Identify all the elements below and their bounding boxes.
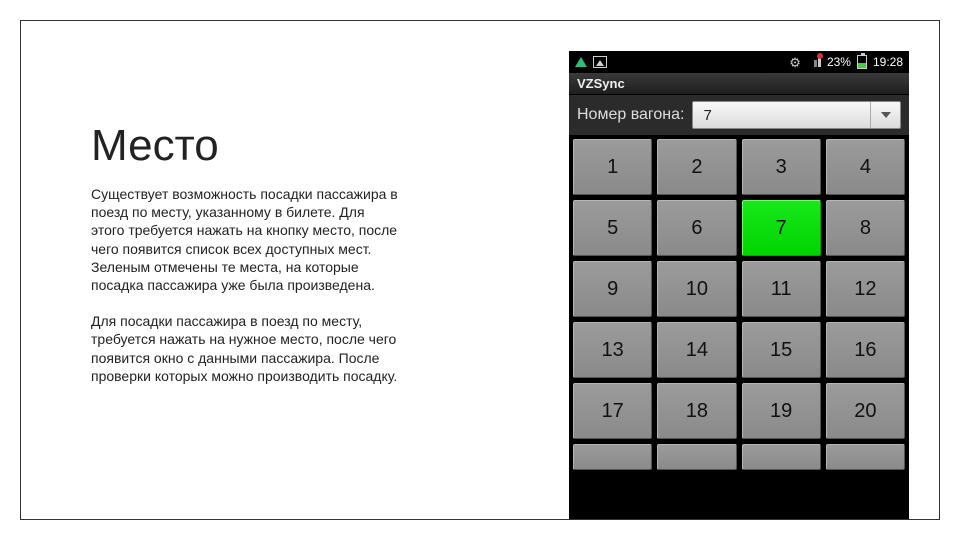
- signal-icon: [807, 55, 821, 70]
- seat-button[interactable]: 6: [657, 200, 736, 256]
- seat-button[interactable]: 15: [742, 322, 821, 378]
- seat-button[interactable]: 14: [657, 322, 736, 378]
- seat-button[interactable]: 16: [826, 322, 905, 378]
- seat-button[interactable]: [826, 444, 905, 470]
- wagon-dropdown[interactable]: 7: [692, 101, 901, 129]
- seat-button[interactable]: 20: [826, 383, 905, 439]
- phone-screenshot: ⚙ 23% 19:28 VZSync Номер вагона: 7: [569, 51, 909, 519]
- seat-button[interactable]: 4: [826, 139, 905, 195]
- seat-button[interactable]: 3: [742, 139, 821, 195]
- seat-button[interactable]: 5: [573, 200, 652, 256]
- notification-icon: [575, 57, 587, 67]
- seat-button[interactable]: 10: [657, 261, 736, 317]
- gallery-icon: [593, 56, 607, 68]
- seat-button[interactable]: 9: [573, 261, 652, 317]
- heading: Место: [91, 121, 529, 171]
- status-right: ⚙ 23% 19:28: [789, 55, 903, 70]
- seat-button[interactable]: 11: [742, 261, 821, 317]
- slide: Место Существует возможность посадки пас…: [0, 0, 960, 540]
- seat-button[interactable]: 17: [573, 383, 652, 439]
- seat-button[interactable]: [742, 444, 821, 470]
- seat-grid-container: 1234567891011121314151617181920: [569, 135, 909, 519]
- android-status-bar: ⚙ 23% 19:28: [569, 51, 909, 73]
- paragraph-1: Существует возможность посадки пассажира…: [91, 185, 401, 294]
- wagon-selector-row: Номер вагона: 7: [569, 95, 909, 135]
- text-column: Место Существует возможность посадки пас…: [21, 21, 569, 519]
- seat-button[interactable]: 13: [573, 322, 652, 378]
- settings-icon: ⚙: [789, 56, 801, 69]
- wagon-value: 7: [693, 107, 711, 124]
- seat-button[interactable]: [573, 444, 652, 470]
- seat-button[interactable]: 2: [657, 139, 736, 195]
- app-title-bar: VZSync: [569, 73, 909, 95]
- seat-button[interactable]: [657, 444, 736, 470]
- status-left: [575, 56, 607, 68]
- seat-button[interactable]: 19: [742, 383, 821, 439]
- app-title: VZSync: [577, 76, 625, 91]
- seat-button[interactable]: 1: [573, 139, 652, 195]
- seat-button[interactable]: 12: [826, 261, 905, 317]
- clock: 19:28: [873, 55, 903, 69]
- seat-grid: 1234567891011121314151617181920: [573, 139, 905, 439]
- battery-percent: 23%: [827, 55, 851, 69]
- wagon-label: Номер вагона:: [577, 106, 684, 124]
- battery-icon: [857, 55, 867, 69]
- paragraph-2: Для посадки пассажира в поезд по месту, …: [91, 312, 401, 385]
- screenshot-column: ⚙ 23% 19:28 VZSync Номер вагона: 7: [569, 21, 939, 519]
- seat-grid-partial: [573, 444, 905, 470]
- chevron-down-icon: [870, 102, 900, 128]
- seat-button[interactable]: 7: [742, 200, 821, 256]
- slide-frame: Место Существует возможность посадки пас…: [20, 20, 940, 520]
- seat-button[interactable]: 18: [657, 383, 736, 439]
- seat-button[interactable]: 8: [826, 200, 905, 256]
